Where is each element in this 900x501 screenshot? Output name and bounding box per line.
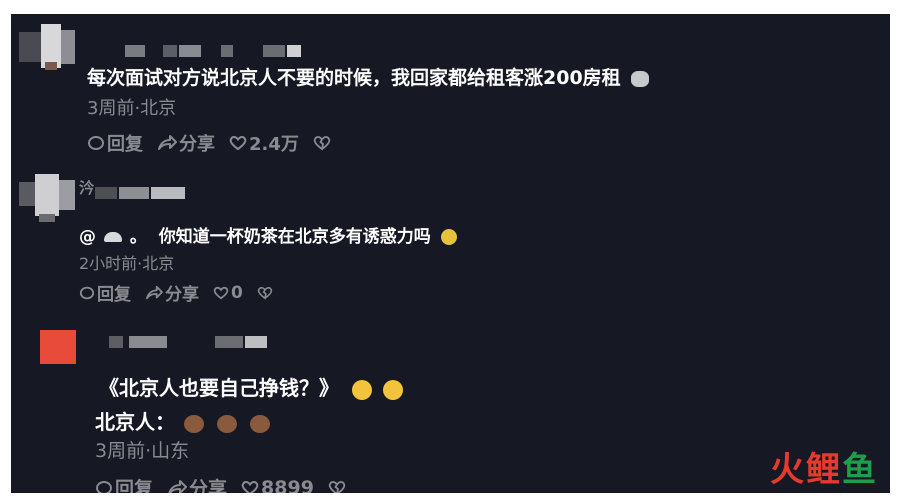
- broken-heart-icon: [257, 286, 273, 300]
- like-count: 2.4万: [249, 134, 299, 155]
- dislike-button[interactable]: [328, 480, 348, 493]
- username-blurred[interactable]: [125, 45, 305, 57]
- share-label: 分享: [165, 285, 199, 305]
- comment-meta: 2小时前·北京: [79, 254, 175, 273]
- broken-heart-icon: [313, 135, 331, 151]
- comment-meta: 3周前·山东: [95, 440, 190, 462]
- share-label: 分享: [189, 478, 228, 493]
- heart-icon: [229, 135, 247, 151]
- comment-item-3: 《北京人也要自己挣钱？》 北京人： 3周前·山东 回复 分享 8899: [11, 304, 890, 493]
- dislike-button[interactable]: [257, 286, 275, 300]
- like-count: 8899: [261, 476, 314, 494]
- watermark-char-1: 火: [770, 450, 806, 490]
- comment-body: 《北京人也要自己挣钱？》: [99, 376, 339, 400]
- comment-actions: 回复 分享 8899: [95, 474, 362, 493]
- heart-icon: [213, 286, 229, 300]
- comment-feed: 每次面试对方说北京人不要的时候，我回家都给租客涨200房租 3周前·北京 回复 …: [11, 14, 890, 493]
- comment-body-2: 北京人：: [95, 410, 175, 434]
- mentioned-user-blurred[interactable]: [103, 232, 122, 242]
- reply-label: 回复: [115, 478, 154, 493]
- like-button[interactable]: 2.4万: [229, 130, 299, 156]
- share-label: 分享: [179, 134, 215, 155]
- like-button[interactable]: 0: [213, 283, 243, 303]
- username-fragment: 汵: [79, 179, 95, 197]
- like-count: 0: [231, 282, 243, 303]
- reply-button[interactable]: 回复: [87, 130, 143, 156]
- share-icon: [167, 479, 188, 493]
- avatar[interactable]: [19, 170, 75, 222]
- watermark-char-3: 鱼: [842, 450, 878, 490]
- reply-button[interactable]: 回复: [79, 280, 131, 305]
- comment-text-line2: 北京人：: [95, 406, 270, 435]
- comment-actions: 回复 分享 2.4万: [87, 130, 347, 156]
- comment-meta: 3周前·北京: [87, 98, 177, 119]
- cat-emoji: [631, 70, 650, 87]
- reply-icon: [87, 134, 105, 152]
- broken-heart-icon: [328, 480, 346, 493]
- grinning-face-emoji: [216, 414, 237, 433]
- share-button[interactable]: 分享: [145, 280, 199, 305]
- comment-item-2: 汵 @ 。 你知道一杯奶茶在北京多有诱惑力吗 2小时前·北京 回复 分享 0: [11, 164, 890, 305]
- watermark-char-2: 鲤: [806, 450, 842, 490]
- avatar[interactable]: [19, 24, 75, 70]
- share-icon: [145, 285, 163, 301]
- watermark-logo: 火鲤鱼: [770, 442, 878, 491]
- username-blurred[interactable]: 汵: [79, 179, 259, 199]
- mention-symbol: @: [79, 227, 96, 247]
- like-button[interactable]: 8899: [241, 476, 314, 494]
- laughing-tears-emoji: [382, 379, 403, 400]
- reply-label: 回复: [107, 134, 143, 155]
- share-icon: [157, 134, 177, 152]
- comment-text: 《北京人也要自己挣钱？》: [99, 372, 403, 401]
- grinning-face-emoji: [249, 414, 270, 433]
- sunglasses-face-emoji: [440, 229, 457, 245]
- comment-actions: 回复 分享 0: [79, 280, 289, 305]
- comment-item-1: 每次面试对方说北京人不要的时候，我回家都给租客涨200房租 3周前·北京 回复 …: [11, 14, 890, 164]
- heart-icon: [241, 480, 259, 493]
- share-button[interactable]: 分享: [157, 130, 215, 156]
- avatar[interactable]: [40, 330, 76, 364]
- share-button[interactable]: 分享: [167, 474, 227, 493]
- comment-text: 每次面试对方说北京人不要的时候，我回家都给租客涨200房租: [87, 63, 650, 90]
- dislike-button[interactable]: [313, 135, 333, 151]
- reply-icon: [79, 285, 95, 301]
- comment-body: 你知道一杯奶茶在北京多有诱惑力吗: [158, 227, 431, 247]
- laughing-tears-emoji: [351, 379, 372, 400]
- mention-separator: 。: [129, 227, 147, 247]
- reply-icon: [95, 479, 113, 493]
- username-blurred[interactable]: [109, 336, 279, 348]
- reply-label: 回复: [97, 285, 131, 305]
- reply-button[interactable]: 回复: [95, 474, 153, 493]
- comment-text: @ 。 你知道一杯奶茶在北京多有诱惑力吗: [79, 222, 457, 247]
- grinning-face-emoji: [183, 414, 204, 433]
